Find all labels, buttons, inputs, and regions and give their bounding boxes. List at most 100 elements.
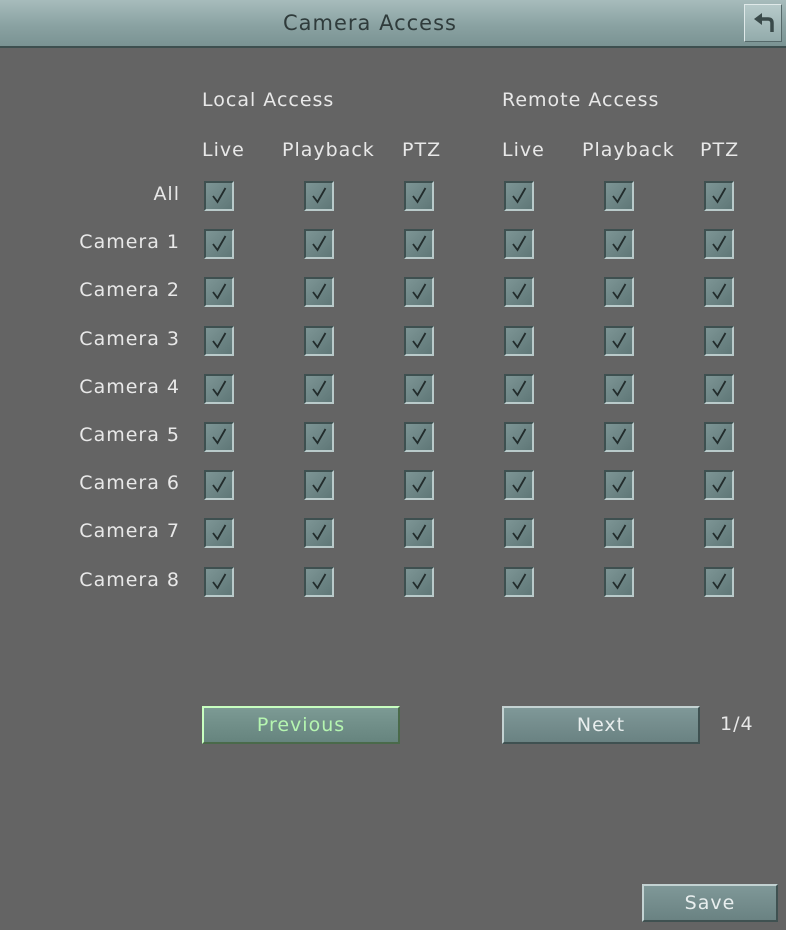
- camera-1-local-playback-checkbox[interactable]: [304, 229, 334, 259]
- camera-5-remote-live-checkbox[interactable]: [504, 422, 534, 452]
- checkmark-icon: [712, 332, 727, 349]
- camera-7-remote-ptz-checkbox[interactable]: [704, 518, 734, 548]
- camera-5-remote-playback-checkbox[interactable]: [604, 422, 634, 452]
- camera-7-local-live-checkbox[interactable]: [204, 518, 234, 548]
- camera-2-local-ptz-checkbox[interactable]: [404, 277, 434, 307]
- camera-1-remote-ptz-checkbox[interactable]: [704, 229, 734, 259]
- camera-2-local-live-checkbox[interactable]: [204, 277, 234, 307]
- camera-3-remote-playback-checkbox[interactable]: [604, 326, 634, 356]
- camera-1-remote-live-checkbox[interactable]: [504, 229, 534, 259]
- camera-8-local-ptz-checkbox[interactable]: [404, 567, 434, 597]
- camera-4-remote-playback-checkbox[interactable]: [604, 374, 634, 404]
- checkmark-icon: [612, 235, 627, 252]
- checkmark-icon: [412, 476, 427, 493]
- camera-7-local-ptz-checkbox[interactable]: [404, 518, 434, 548]
- camera-6-remote-ptz-checkbox[interactable]: [704, 470, 734, 500]
- window-title: Camera Access: [283, 11, 457, 35]
- checkmark-icon: [512, 235, 527, 252]
- camera-1-local-ptz-checkbox[interactable]: [404, 229, 434, 259]
- camera-4-local-ptz-checkbox[interactable]: [404, 374, 434, 404]
- checkmark-icon: [312, 524, 327, 541]
- checkmark-icon: [612, 476, 627, 493]
- all-remote-playback-checkbox[interactable]: [604, 181, 634, 211]
- camera-3-local-live-checkbox[interactable]: [204, 326, 234, 356]
- column-remote-ptz: PTZ: [700, 139, 740, 161]
- camera-3-local-playback-checkbox[interactable]: [304, 326, 334, 356]
- checkmark-icon: [412, 428, 427, 445]
- camera-8-remote-ptz-checkbox[interactable]: [704, 567, 734, 597]
- camera-4-remote-live-checkbox[interactable]: [504, 374, 534, 404]
- camera-2-remote-playback-checkbox[interactable]: [604, 277, 634, 307]
- row-label-camera-1: Camera 1: [79, 231, 180, 253]
- page-indicator: 1/4: [720, 713, 754, 735]
- checkmark-icon: [512, 476, 527, 493]
- checkmark-icon: [212, 332, 227, 349]
- camera-4-remote-ptz-checkbox[interactable]: [704, 374, 734, 404]
- camera-8-local-playback-checkbox[interactable]: [304, 567, 334, 597]
- checkmark-icon: [612, 380, 627, 397]
- checkmark-icon: [612, 428, 627, 445]
- checkmark-icon: [312, 428, 327, 445]
- camera-5-remote-ptz-checkbox[interactable]: [704, 422, 734, 452]
- checkmark-icon: [412, 380, 427, 397]
- camera-6-remote-playback-checkbox[interactable]: [604, 470, 634, 500]
- title-bar: Camera Access: [0, 0, 786, 48]
- camera-8-remote-live-checkbox[interactable]: [504, 567, 534, 597]
- checkmark-icon: [712, 573, 727, 590]
- camera-7-remote-playback-checkbox[interactable]: [604, 518, 634, 548]
- camera-1-remote-playback-checkbox[interactable]: [604, 229, 634, 259]
- back-button[interactable]: [744, 4, 782, 42]
- camera-6-local-playback-checkbox[interactable]: [304, 470, 334, 500]
- checkmark-icon: [412, 235, 427, 252]
- camera-3-local-ptz-checkbox[interactable]: [404, 326, 434, 356]
- camera-5-local-playback-checkbox[interactable]: [304, 422, 334, 452]
- all-remote-ptz-checkbox[interactable]: [704, 181, 734, 211]
- camera-4-local-live-checkbox[interactable]: [204, 374, 234, 404]
- row-label-camera-4: Camera 4: [79, 376, 180, 398]
- camera-7-remote-live-checkbox[interactable]: [504, 518, 534, 548]
- camera-3-remote-ptz-checkbox[interactable]: [704, 326, 734, 356]
- checkmark-icon: [612, 283, 627, 300]
- checkmark-icon: [212, 573, 227, 590]
- camera-2-remote-ptz-checkbox[interactable]: [704, 277, 734, 307]
- checkmark-icon: [612, 187, 627, 204]
- checkmark-icon: [712, 428, 727, 445]
- all-local-playback-checkbox[interactable]: [304, 181, 334, 211]
- row-label-camera-6: Camera 6: [79, 472, 180, 494]
- camera-4-local-playback-checkbox[interactable]: [304, 374, 334, 404]
- save-button[interactable]: Save: [642, 884, 778, 922]
- checkmark-icon: [712, 235, 727, 252]
- checkmark-icon: [712, 283, 727, 300]
- camera-2-local-playback-checkbox[interactable]: [304, 277, 334, 307]
- checkmark-icon: [312, 380, 327, 397]
- camera-6-local-ptz-checkbox[interactable]: [404, 470, 434, 500]
- remote-access-heading: Remote Access: [502, 89, 660, 111]
- previous-button[interactable]: Previous: [202, 706, 400, 744]
- camera-5-local-ptz-checkbox[interactable]: [404, 422, 434, 452]
- checkmark-icon: [312, 573, 327, 590]
- camera-1-local-live-checkbox[interactable]: [204, 229, 234, 259]
- row-label-camera-3: Camera 3: [79, 328, 180, 350]
- camera-6-local-live-checkbox[interactable]: [204, 470, 234, 500]
- column-local-live: Live: [202, 139, 245, 161]
- camera-8-remote-playback-checkbox[interactable]: [604, 567, 634, 597]
- row-label-all: All: [153, 183, 180, 205]
- checkmark-icon: [412, 332, 427, 349]
- next-button[interactable]: Next: [502, 706, 700, 744]
- all-remote-live-checkbox[interactable]: [504, 181, 534, 211]
- column-local-ptz: PTZ: [402, 139, 442, 161]
- checkmark-icon: [212, 524, 227, 541]
- camera-8-local-live-checkbox[interactable]: [204, 567, 234, 597]
- camera-2-remote-live-checkbox[interactable]: [504, 277, 534, 307]
- camera-7-local-playback-checkbox[interactable]: [304, 518, 334, 548]
- checkmark-icon: [312, 187, 327, 204]
- camera-6-remote-live-checkbox[interactable]: [504, 470, 534, 500]
- checkmark-icon: [312, 283, 327, 300]
- column-local-playback: Playback: [282, 139, 375, 161]
- all-local-live-checkbox[interactable]: [204, 181, 234, 211]
- camera-3-remote-live-checkbox[interactable]: [504, 326, 534, 356]
- checkmark-icon: [412, 283, 427, 300]
- all-local-ptz-checkbox[interactable]: [404, 181, 434, 211]
- camera-5-local-live-checkbox[interactable]: [204, 422, 234, 452]
- checkmark-icon: [712, 476, 727, 493]
